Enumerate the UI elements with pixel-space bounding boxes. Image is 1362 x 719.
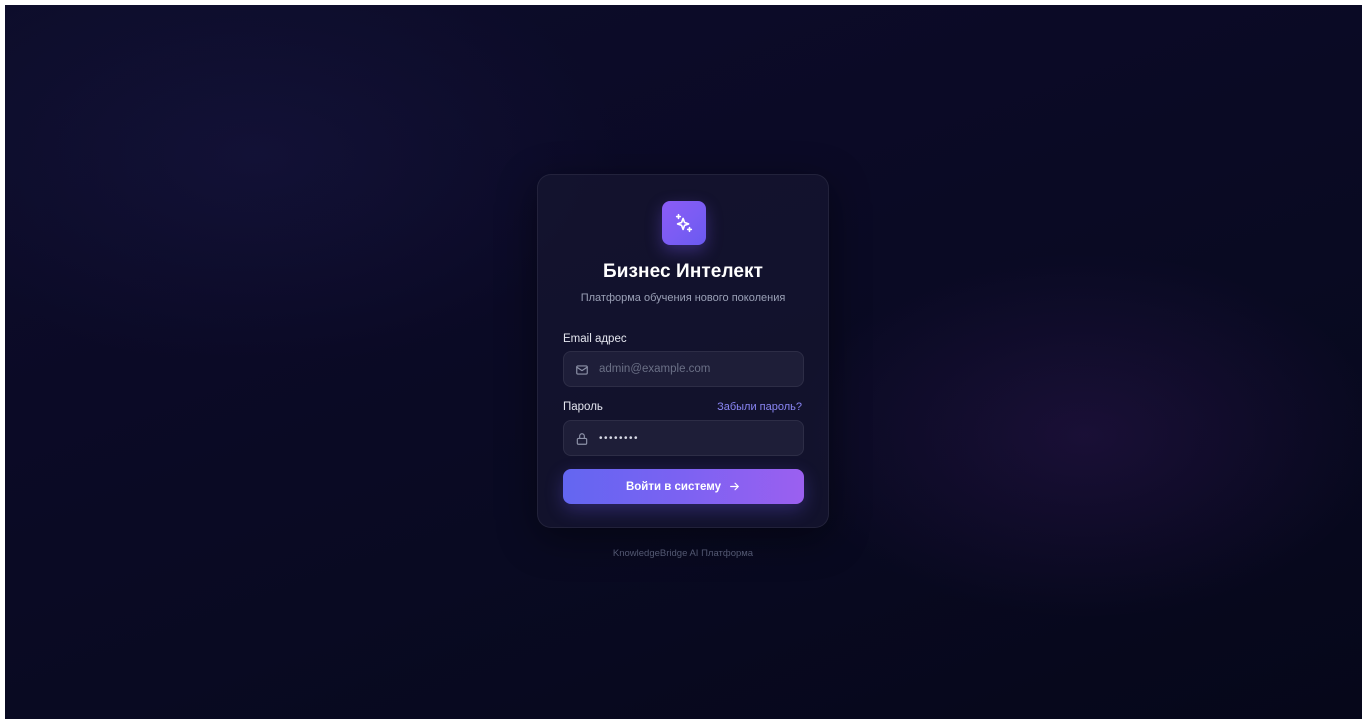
sparkles-icon [675, 213, 693, 233]
password-label: Пароль [563, 401, 603, 413]
password-input[interactable] [599, 421, 794, 455]
login-button-label: Войти в систему [625, 480, 722, 493]
app-title: Бизнес Интелект [602, 261, 764, 282]
lock-icon [576, 433, 588, 445]
login-button[interactable]: Войти в систему [563, 469, 804, 504]
forgot-password-link[interactable]: Забыли пароль? [717, 401, 802, 413]
app-subtitle: Платформа обучения нового поколения [580, 292, 786, 304]
arrow-right-icon [730, 482, 739, 491]
login-card: Бизнес Интелект Платформа обучения новог… [537, 174, 829, 528]
email-label: Email адрес [563, 333, 627, 345]
footer-text: KnowledgeBridge AI Платформа [612, 548, 754, 559]
mail-icon [576, 365, 588, 375]
email-field-wrapper [563, 351, 804, 387]
app-logo [662, 201, 706, 245]
password-field-wrapper [563, 420, 804, 456]
login-page: Бизнес Интелект Платформа обучения новог… [5, 5, 1362, 719]
email-input[interactable] [599, 352, 794, 386]
